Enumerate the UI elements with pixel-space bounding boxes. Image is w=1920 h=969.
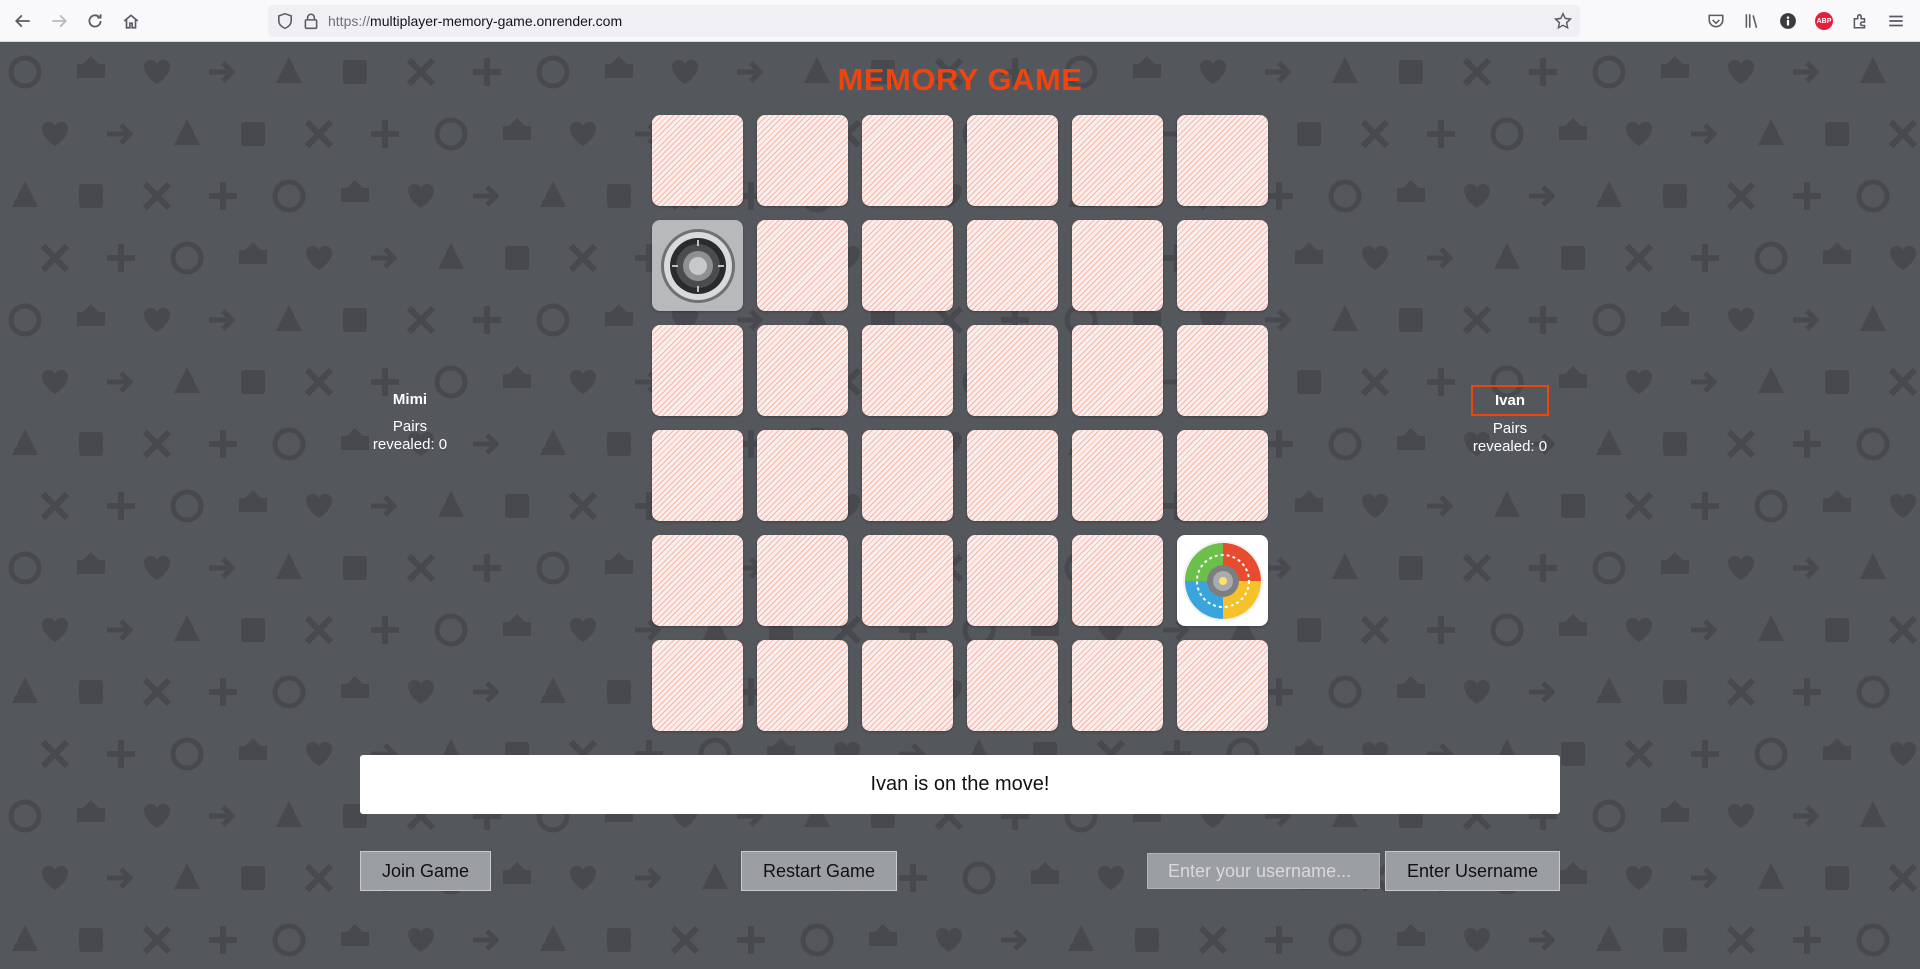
memory-card-hidden[interactable] (1072, 325, 1163, 416)
forward-icon[interactable] (41, 3, 77, 39)
memory-card-hidden[interactable] (1072, 430, 1163, 521)
restart-game-button[interactable]: Restart Game (741, 851, 897, 891)
memory-card-hidden[interactable] (862, 115, 953, 206)
lock-icon[interactable] (302, 12, 320, 30)
back-icon[interactable] (5, 3, 41, 39)
memory-card-hidden[interactable] (862, 220, 953, 311)
memory-card-hidden[interactable] (1072, 220, 1163, 311)
player-name: Ivan (1470, 385, 1549, 416)
memory-card-hidden[interactable] (1177, 220, 1268, 311)
memory-card-hidden[interactable] (652, 640, 743, 731)
player-pairs: Pairs revealed: 0 (1472, 420, 1548, 455)
memory-card-hidden[interactable] (757, 115, 848, 206)
memory-card-hidden[interactable] (757, 430, 848, 521)
bookmark-star-icon[interactable] (1554, 12, 1572, 30)
memory-card-hidden[interactable] (967, 220, 1058, 311)
game-title: MEMORY GAME (837, 62, 1083, 97)
player-pairs: Pairs revealed: 0 (372, 418, 448, 453)
safe-dial-icon (660, 228, 735, 303)
memory-card-hidden[interactable] (757, 535, 848, 626)
memory-card-hidden[interactable] (1177, 430, 1268, 521)
memory-card-hidden[interactable] (757, 640, 848, 731)
home-icon[interactable] (113, 3, 149, 39)
memory-card-hidden[interactable] (967, 430, 1058, 521)
adblock-plus-icon[interactable]: ABP (1806, 3, 1842, 39)
player-name: Mimi (392, 391, 428, 408)
memory-card-hidden[interactable] (1177, 640, 1268, 731)
memory-card-hidden[interactable] (1072, 115, 1163, 206)
memory-card-hidden[interactable] (862, 535, 953, 626)
memory-card-hidden[interactable] (1177, 325, 1268, 416)
memory-card-hidden[interactable] (967, 640, 1058, 731)
memory-card-hidden[interactable] (652, 115, 743, 206)
reload-icon[interactable] (77, 3, 113, 39)
memory-card-hidden[interactable] (652, 430, 743, 521)
toolbar-right: ABP (1698, 3, 1920, 39)
library-icon[interactable] (1734, 3, 1770, 39)
memory-card-hidden[interactable] (757, 220, 848, 311)
status-message: Ivan is on the move! (360, 755, 1560, 814)
username-input[interactable] (1147, 853, 1380, 889)
extensions-icon[interactable] (1842, 3, 1878, 39)
color-wheel-icon (1182, 540, 1263, 621)
memory-card-hidden[interactable] (652, 325, 743, 416)
url-bar[interactable]: https://multiplayer-memory-game.onrender… (268, 5, 1580, 37)
memory-card-hidden[interactable] (967, 115, 1058, 206)
memory-card-hidden[interactable] (862, 640, 953, 731)
join-game-button[interactable]: Join Game (360, 851, 491, 891)
player-card-right: Ivan Pairs revealed: 0 (1460, 385, 1560, 456)
pocket-icon[interactable] (1698, 3, 1734, 39)
memory-card-hidden[interactable] (1072, 535, 1163, 626)
memory-card-hidden[interactable] (652, 535, 743, 626)
player-card-left: Mimi Pairs revealed: 0 (362, 385, 458, 454)
memory-card-hidden[interactable] (757, 325, 848, 416)
game-board (652, 115, 1269, 732)
memory-card-revealed[interactable] (1177, 535, 1268, 626)
shield-icon[interactable] (276, 12, 294, 30)
memory-card-hidden[interactable] (1072, 640, 1163, 731)
info-icon[interactable] (1770, 3, 1806, 39)
memory-card-hidden[interactable] (862, 325, 953, 416)
memory-card-hidden[interactable] (862, 430, 953, 521)
menu-icon[interactable] (1878, 3, 1914, 39)
memory-card-hidden[interactable] (967, 325, 1058, 416)
memory-card-hidden[interactable] (967, 535, 1058, 626)
enter-username-button[interactable]: Enter Username (1385, 851, 1560, 891)
game-page: MEMORY GAME Mimi Pairs revealed: 0 Ivan … (0, 42, 1920, 969)
memory-card-hidden[interactable] (1177, 115, 1268, 206)
url-text: https://multiplayer-memory-game.onrender… (328, 13, 623, 29)
browser-toolbar: https://multiplayer-memory-game.onrender… (0, 0, 1920, 42)
memory-card-revealed[interactable] (652, 220, 743, 311)
